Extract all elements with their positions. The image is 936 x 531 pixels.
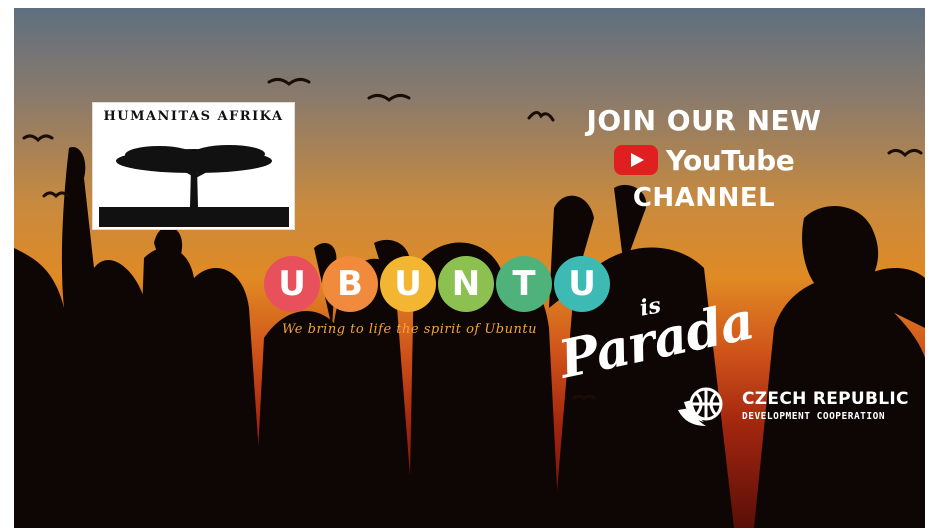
ubuntu-letter: B (322, 256, 378, 312)
czech-subtitle: DEVELOPMENT COOPERATION (742, 410, 886, 422)
ubuntu-letter: U (264, 256, 320, 312)
youtube-brand: YouTube (554, 140, 854, 180)
youtube-promo: JOIN OUR NEW YouTube CHANNEL (554, 104, 854, 214)
channel-text: CHANNEL (632, 183, 776, 213)
ubuntu-logo: U B U N T U (264, 256, 610, 312)
youtube-play-icon (613, 145, 658, 175)
ubuntu-letter: U (380, 256, 436, 312)
ubuntu-letter: T (496, 256, 552, 312)
banner-image: HUMANITAS AFRIKA JOIN OUR NEW YouTube CH… (14, 8, 925, 528)
join-text: JOIN OUR NEW (586, 104, 822, 137)
globe-hands-icon (678, 387, 723, 426)
ubuntu-tagline: We bring to life the spirit of Ubuntu (282, 322, 537, 337)
ubuntu-letter: N (438, 256, 494, 312)
logo-title: HUMANITAS AFRIKA (103, 109, 284, 124)
czech-development-logo: CZECH REPUBLIC DEVELOPMENT COOPERATION (676, 380, 909, 430)
czech-title: CZECH REPUBLIC (742, 388, 909, 409)
humanitas-afrika-logo: HUMANITAS AFRIKA (92, 102, 295, 230)
youtube-word: YouTube (665, 143, 795, 177)
ubuntu-letter: U (554, 256, 610, 312)
acacia-tree-icon (99, 145, 289, 227)
